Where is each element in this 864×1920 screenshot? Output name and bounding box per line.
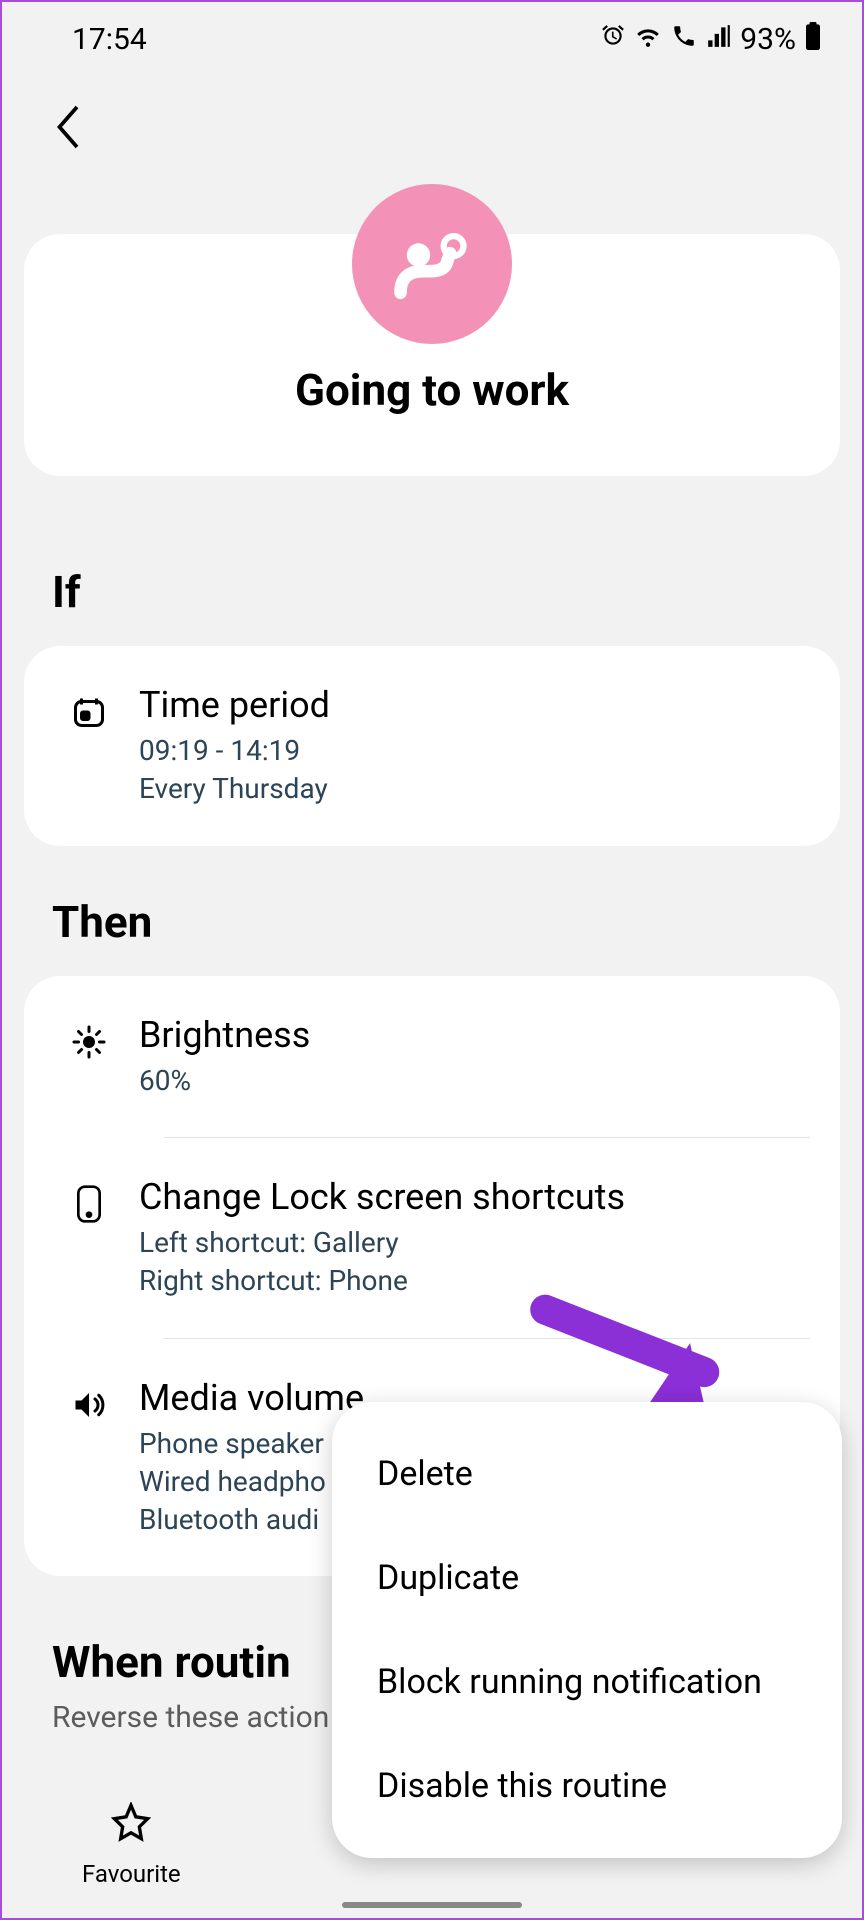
menu-disable-routine[interactable]: Disable this routine	[332, 1734, 842, 1838]
status-icons: 93%	[600, 22, 822, 57]
battery-percent: 93%	[740, 22, 796, 57]
brightness-icon	[69, 1022, 109, 1062]
alarm-icon	[600, 23, 626, 56]
lockscreen-left: Left shortcut: Gallery	[139, 1224, 810, 1262]
context-menu: Delete Duplicate Block running notificat…	[332, 1402, 842, 1858]
time-period-repeat: Every Thursday	[139, 770, 810, 808]
volume-icon	[69, 1385, 109, 1425]
nav-indicator	[342, 1902, 522, 1908]
routine-title: Going to work	[64, 364, 800, 416]
if-card: Time period 09:19 - 14:19 Every Thursday	[24, 646, 840, 846]
routine-icon	[352, 184, 512, 344]
back-button[interactable]	[2, 67, 862, 184]
battery-icon	[804, 22, 822, 57]
signal-icon	[706, 23, 732, 56]
if-label: If	[2, 516, 862, 646]
time-period-title: Time period	[139, 684, 810, 726]
menu-block-notification[interactable]: Block running notification	[332, 1630, 842, 1734]
then-label: Then	[2, 846, 862, 976]
brightness-item[interactable]: Brightness 60%	[24, 976, 840, 1138]
lockscreen-item[interactable]: Change Lock screen shortcuts Left shortc…	[24, 1138, 840, 1338]
star-icon	[111, 1802, 151, 1852]
chevron-left-icon	[52, 107, 82, 164]
lockscreen-title: Change Lock screen shortcuts	[139, 1176, 810, 1218]
status-bar: 17:54 93%	[2, 2, 862, 67]
brightness-value: 60%	[139, 1062, 810, 1100]
favourite-button[interactable]: Favourite	[82, 1802, 181, 1888]
status-time: 17:54	[72, 22, 147, 57]
menu-duplicate[interactable]: Duplicate	[332, 1526, 842, 1630]
time-period-time: 09:19 - 14:19	[139, 732, 810, 770]
calendar-icon	[69, 692, 109, 732]
menu-delete[interactable]: Delete	[332, 1422, 842, 1526]
lockscreen-right: Right shortcut: Phone	[139, 1262, 810, 1300]
wifi-icon	[634, 23, 662, 56]
phone-icon	[69, 1184, 109, 1224]
routine-header: Going to work	[2, 184, 862, 516]
commute-person-icon	[387, 219, 477, 309]
phone-call-icon	[670, 23, 698, 56]
time-period-item[interactable]: Time period 09:19 - 14:19 Every Thursday	[24, 646, 840, 846]
brightness-title: Brightness	[139, 1014, 810, 1056]
favourite-label: Favourite	[82, 1860, 181, 1888]
